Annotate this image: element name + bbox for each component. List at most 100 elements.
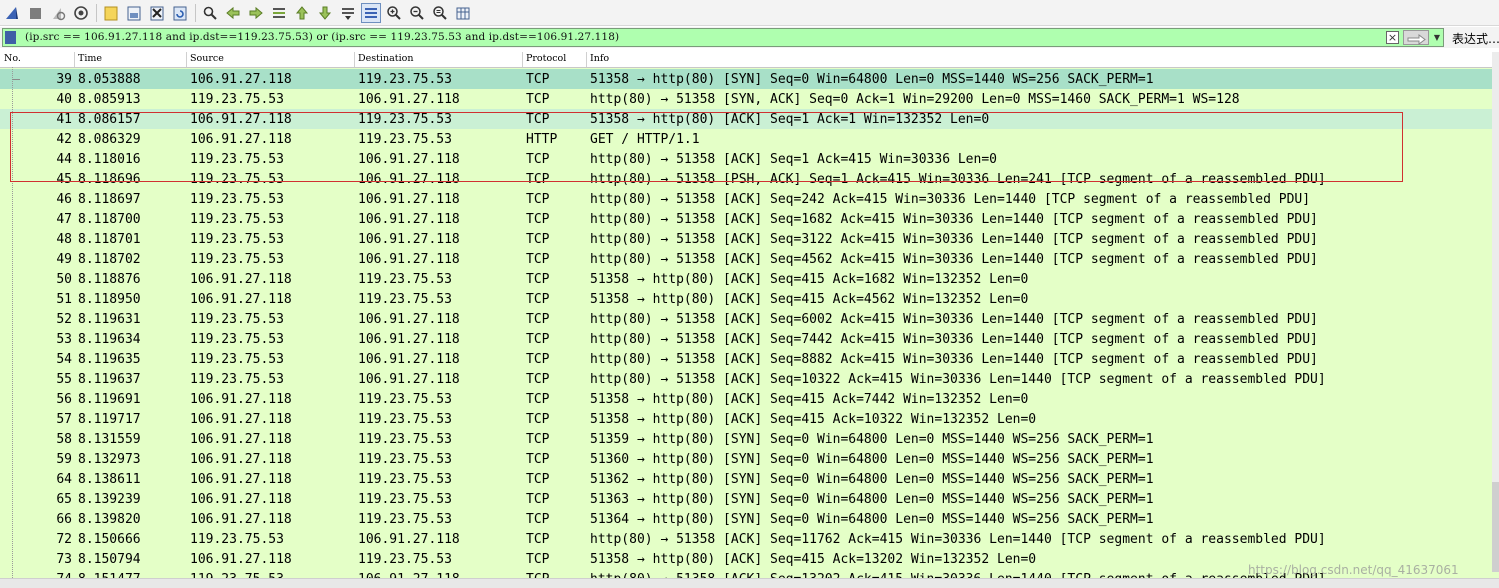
packet-source: 106.91.27.118 bbox=[190, 292, 292, 307]
go-forward-icon[interactable] bbox=[246, 3, 266, 23]
restart-capture-icon[interactable] bbox=[48, 3, 68, 23]
display-filter-input[interactable]: (ip.src == 106.91.27.118 and ip.dst==119… bbox=[2, 28, 1444, 47]
packet-time: 8.053888 bbox=[78, 72, 141, 87]
packet-row[interactable]: 40 8.085913 119.23.75.53 106.91.27.118 TCP ht… bbox=[0, 89, 1499, 109]
zoom-normal-icon[interactable] bbox=[430, 3, 450, 23]
packet-row[interactable]: 57 8.119717 106.91.27.118 119.23.75.53 TCP 51… bbox=[0, 409, 1499, 429]
packet-time: 8.118701 bbox=[78, 232, 141, 247]
go-to-packet-icon[interactable] bbox=[269, 3, 289, 23]
packet-row[interactable]: 64 8.138611 106.91.27.118 119.23.75.53 TCP 51… bbox=[0, 469, 1499, 489]
packet-row[interactable]: 65 8.139239 106.91.27.118 119.23.75.53 TCP 51… bbox=[0, 489, 1499, 509]
column-divider[interactable] bbox=[586, 52, 587, 67]
packet-source: 106.91.27.118 bbox=[190, 392, 292, 407]
packet-row[interactable]: 52 8.119631 119.23.75.53 106.91.27.118 TCP ht… bbox=[0, 309, 1499, 329]
open-file-icon[interactable] bbox=[101, 3, 121, 23]
find-packet-icon[interactable] bbox=[200, 3, 220, 23]
packet-protocol: TCP bbox=[526, 292, 550, 307]
packet-destination: 119.23.75.53 bbox=[358, 72, 452, 87]
packet-row[interactable]: 46 8.118697 119.23.75.53 106.91.27.118 TCP ht… bbox=[0, 189, 1499, 209]
go-back-icon[interactable] bbox=[223, 3, 243, 23]
go-last-icon[interactable] bbox=[315, 3, 335, 23]
column-divider[interactable] bbox=[186, 52, 187, 67]
column-divider[interactable] bbox=[354, 52, 355, 67]
packet-time: 8.086329 bbox=[78, 132, 141, 147]
auto-scroll-icon[interactable] bbox=[338, 3, 358, 23]
packet-time: 8.119631 bbox=[78, 312, 141, 327]
packet-info: http(80) → 51358 [PSH, ACK] Seq=1 Ack=41… bbox=[590, 172, 1326, 187]
packet-number: 41 bbox=[56, 112, 72, 127]
packet-protocol: TCP bbox=[526, 332, 550, 347]
expression-button[interactable]: 表达式… bbox=[1452, 30, 1499, 47]
packet-info: 51364 → http(80) [SYN] Seq=0 Win=64800 L… bbox=[590, 512, 1154, 527]
packet-protocol: TCP bbox=[526, 552, 550, 567]
packet-info: http(80) → 51358 [ACK] Seq=1682 Ack=415 … bbox=[590, 212, 1318, 227]
packet-row[interactable]: 47 8.118700 119.23.75.53 106.91.27.118 TCP ht… bbox=[0, 209, 1499, 229]
column-header-no[interactable]: No. bbox=[4, 53, 21, 64]
packet-protocol: TCP bbox=[526, 192, 550, 207]
column-divider[interactable] bbox=[74, 52, 75, 67]
zoom-in-icon[interactable] bbox=[384, 3, 404, 23]
packet-list[interactable]: No. Time Source Destination Protocol Inf… bbox=[0, 52, 1499, 588]
packet-info: http(80) → 51358 [SYN, ACK] Seq=0 Ack=1 … bbox=[590, 92, 1240, 107]
bookmark-icon[interactable] bbox=[5, 31, 16, 44]
packet-info: http(80) → 51358 [ACK] Seq=7442 Ack=415 … bbox=[590, 332, 1318, 347]
packet-number: 64 bbox=[56, 472, 72, 487]
column-header-info[interactable]: Info bbox=[590, 53, 609, 64]
resize-columns-icon[interactable] bbox=[453, 3, 473, 23]
clear-filter-icon[interactable]: × bbox=[1386, 31, 1399, 44]
column-header-protocol[interactable]: Protocol bbox=[526, 53, 566, 64]
packet-row[interactable]: 44 8.118016 119.23.75.53 106.91.27.118 TCP ht… bbox=[0, 149, 1499, 169]
packet-row[interactable]: 41 8.086157 106.91.27.118 119.23.75.53 TCP 51… bbox=[0, 109, 1499, 129]
packet-protocol: TCP bbox=[526, 312, 550, 327]
go-first-icon[interactable] bbox=[292, 3, 312, 23]
scrollbar-thumb[interactable] bbox=[1492, 482, 1499, 572]
packet-source: 106.91.27.118 bbox=[190, 272, 292, 287]
filter-history-dropdown[interactable]: ▼ bbox=[1431, 30, 1443, 45]
packet-info: 51358 → http(80) [ACK] Seq=415 Ack=1682 … bbox=[590, 272, 1029, 287]
save-file-icon[interactable] bbox=[124, 3, 144, 23]
packet-row[interactable]: 66 8.139820 106.91.27.118 119.23.75.53 TCP 51… bbox=[0, 509, 1499, 529]
close-file-icon[interactable] bbox=[147, 3, 167, 23]
packet-info: 51360 → http(80) [SYN] Seq=0 Win=64800 L… bbox=[590, 452, 1154, 467]
column-header-source[interactable]: Source bbox=[190, 53, 224, 64]
packet-protocol: HTTP bbox=[526, 132, 558, 147]
packet-info: 51358 → http(80) [ACK] Seq=415 Ack=4562 … bbox=[590, 292, 1029, 307]
packet-number: 42 bbox=[56, 132, 72, 147]
column-divider[interactable] bbox=[522, 52, 523, 67]
packet-time: 8.118702 bbox=[78, 252, 141, 267]
packet-info: GET / HTTP/1.1 bbox=[590, 132, 700, 147]
packet-number: 55 bbox=[56, 372, 72, 387]
packet-row[interactable]: 39 8.053888 106.91.27.118 119.23.75.53 TCP 51… bbox=[0, 69, 1499, 89]
stop-capture-icon[interactable] bbox=[25, 3, 45, 23]
packet-destination: 119.23.75.53 bbox=[358, 392, 452, 407]
shark-fin-start-icon[interactable] bbox=[2, 3, 22, 23]
packet-info: 51358 → http(80) [ACK] Seq=415 Ack=13202… bbox=[590, 552, 1037, 567]
packet-row[interactable]: 58 8.131559 106.91.27.118 119.23.75.53 TCP 51… bbox=[0, 429, 1499, 449]
packet-row[interactable]: 45 8.118696 119.23.75.53 106.91.27.118 TCP ht… bbox=[0, 169, 1499, 189]
capture-options-icon[interactable] bbox=[71, 3, 91, 23]
reload-file-icon[interactable] bbox=[170, 3, 190, 23]
packet-row[interactable]: 55 8.119637 119.23.75.53 106.91.27.118 TCP ht… bbox=[0, 369, 1499, 389]
packet-row[interactable]: 72 8.150666 119.23.75.53 106.91.27.118 TCP ht… bbox=[0, 529, 1499, 549]
packet-protocol: TCP bbox=[526, 512, 550, 527]
packet-row[interactable]: 59 8.132973 106.91.27.118 119.23.75.53 TCP 51… bbox=[0, 449, 1499, 469]
packet-row[interactable]: 48 8.118701 119.23.75.53 106.91.27.118 TCP ht… bbox=[0, 229, 1499, 249]
packet-row[interactable]: 54 8.119635 119.23.75.53 106.91.27.118 TCP ht… bbox=[0, 349, 1499, 369]
packet-row[interactable]: 53 8.119634 119.23.75.53 106.91.27.118 TCP ht… bbox=[0, 329, 1499, 349]
colorize-icon[interactable] bbox=[361, 2, 381, 23]
packet-row[interactable]: 50 8.118876 106.91.27.118 119.23.75.53 TCP 51… bbox=[0, 269, 1499, 289]
packet-row[interactable]: 56 8.119691 106.91.27.118 119.23.75.53 TCP 51… bbox=[0, 389, 1499, 409]
packet-destination: 119.23.75.53 bbox=[358, 112, 452, 127]
packet-number: 44 bbox=[56, 152, 72, 167]
apply-filter-button[interactable] bbox=[1403, 30, 1429, 45]
vertical-scrollbar[interactable] bbox=[1492, 52, 1499, 572]
horizontal-scrollbar[interactable] bbox=[0, 578, 1499, 588]
column-header-destination[interactable]: Destination bbox=[358, 53, 413, 64]
packet-time: 8.132973 bbox=[78, 452, 141, 467]
packet-row[interactable]: 49 8.118702 119.23.75.53 106.91.27.118 TCP ht… bbox=[0, 249, 1499, 269]
column-header-time[interactable]: Time bbox=[78, 53, 102, 64]
packet-source: 119.23.75.53 bbox=[190, 312, 284, 327]
packet-row[interactable]: 42 8.086329 106.91.27.118 119.23.75.53 HTTP G… bbox=[0, 129, 1499, 149]
packet-row[interactable]: 51 8.118950 106.91.27.118 119.23.75.53 TCP 51… bbox=[0, 289, 1499, 309]
zoom-out-icon[interactable] bbox=[407, 3, 427, 23]
